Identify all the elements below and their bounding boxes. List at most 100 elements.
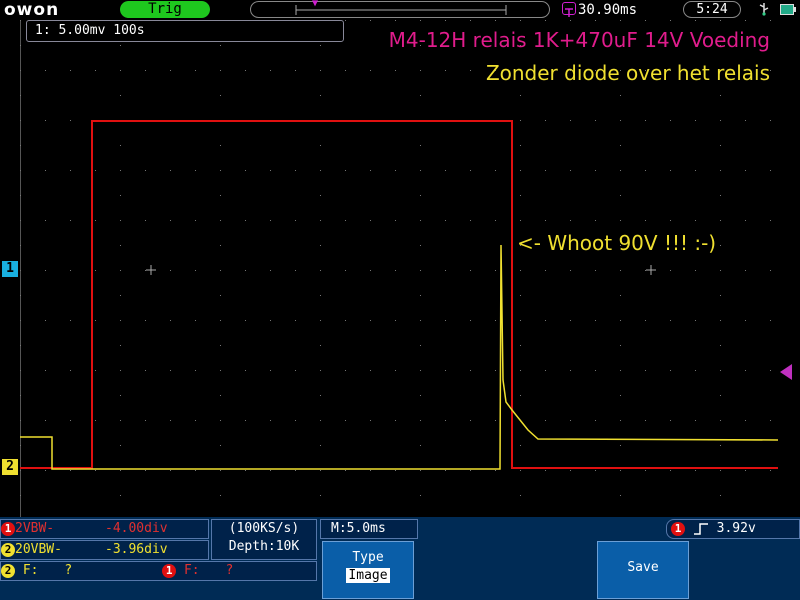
annotation-title: M4-12H relais 1K+470uF 14V Voeding	[388, 28, 770, 52]
grid-dot	[70, 470, 71, 471]
grid-dot	[570, 420, 571, 421]
grid-dot	[295, 420, 296, 421]
grid-dot	[295, 470, 296, 471]
ch1-info[interactable]: 1 2VBW- -4.00div	[0, 519, 209, 539]
crosshair-mark	[646, 265, 656, 275]
grid-dot	[195, 70, 196, 71]
grid-dot	[220, 195, 221, 196]
grid-dot	[520, 345, 521, 346]
ch2-info[interactable]: 2 20VBW- -3.96div	[0, 540, 209, 560]
grid-dot	[220, 295, 221, 296]
grid-dot	[670, 370, 671, 371]
grid-dot	[220, 370, 221, 371]
grid-dot	[295, 220, 296, 221]
grid-dot	[95, 170, 96, 171]
grid-dot	[745, 120, 746, 121]
ch1-badge: 1	[1, 521, 15, 536]
grid-dot	[520, 320, 521, 321]
grid-dot	[20, 245, 21, 246]
grid-dot	[95, 320, 96, 321]
timebase-readout[interactable]: M:5.0ms	[320, 519, 418, 539]
grid-dot	[320, 420, 321, 421]
grid-dot	[470, 20, 471, 21]
ch2-level-marker[interactable]: 2	[2, 459, 18, 475]
grid-dot	[495, 370, 496, 371]
grid-dot	[770, 370, 771, 371]
grid-dot	[520, 220, 521, 221]
grid-dot	[570, 170, 571, 171]
grid-dot	[95, 470, 96, 471]
grid-dot	[120, 70, 121, 71]
grid-dot	[620, 295, 621, 296]
type-menu-button[interactable]: Type Image	[322, 541, 414, 599]
grid-dot	[320, 95, 321, 96]
grid-dot	[495, 220, 496, 221]
save-button[interactable]: Save	[597, 541, 689, 599]
grid-dot	[45, 420, 46, 421]
grid-dot	[295, 320, 296, 321]
grid-dot	[45, 370, 46, 371]
grid-dot	[20, 370, 21, 371]
grid-dot	[495, 420, 496, 421]
grid-dot	[345, 320, 346, 321]
grid-dot	[745, 220, 746, 221]
grid-dot	[520, 95, 521, 96]
grid-dot	[20, 470, 21, 471]
freq-ch2-badge: 2	[1, 563, 15, 578]
grid-dot	[720, 345, 721, 346]
grid-dot	[420, 470, 421, 471]
trigger-status-badge: Trig	[120, 1, 210, 18]
grid-dot	[545, 270, 546, 271]
grid-dot	[645, 120, 646, 121]
grid-dot	[720, 195, 721, 196]
ch1-level-marker[interactable]: 1	[2, 261, 18, 277]
grid-dot	[370, 20, 371, 21]
grid-dot	[220, 45, 221, 46]
grid-dot	[645, 220, 646, 221]
grid-dot	[545, 120, 546, 121]
freq-ch1-badge: 1	[162, 563, 177, 578]
grid-dot	[720, 270, 721, 271]
grid-dot	[45, 470, 46, 471]
grid-dot	[645, 470, 646, 471]
grid-dot	[695, 320, 696, 321]
grid-dot	[745, 420, 746, 421]
trigger-position-marker: ▼	[312, 0, 319, 9]
grid-dot	[595, 20, 596, 21]
grid-dot	[445, 170, 446, 171]
grid-dot	[395, 370, 396, 371]
grid-dot	[520, 445, 521, 446]
grid-dot	[470, 220, 471, 221]
grid-dot	[345, 20, 346, 21]
grid-dot	[120, 270, 121, 271]
grid-dot	[45, 170, 46, 171]
grid-dot	[695, 420, 696, 421]
grid-dot	[20, 145, 21, 146]
grid-dot	[645, 20, 646, 21]
grid-dot	[645, 320, 646, 321]
grid-dot	[120, 345, 121, 346]
trigger-level-marker[interactable]	[780, 364, 792, 380]
grid-dot	[420, 245, 421, 246]
grid-dot	[45, 70, 46, 71]
grid-dot	[395, 470, 396, 471]
grid-dot	[320, 470, 321, 471]
grid-dot	[720, 95, 721, 96]
grid-dot	[295, 370, 296, 371]
grid-dot	[20, 495, 21, 496]
grid-dot	[520, 195, 521, 196]
grid-dot	[745, 470, 746, 471]
trigger-readout[interactable]: 1 3.92v	[666, 519, 800, 539]
grid-dot	[95, 220, 96, 221]
grid-dot	[645, 420, 646, 421]
grid-dot	[545, 370, 546, 371]
grid-dot	[195, 420, 196, 421]
grid-dot	[270, 220, 271, 221]
grid-dot	[70, 320, 71, 321]
grid-dot	[145, 470, 146, 471]
grid-dot	[370, 320, 371, 321]
grid-dot	[570, 220, 571, 221]
owon-logo: owon	[4, 0, 60, 20]
grid-dot	[70, 270, 71, 271]
horizontal-position-bar	[250, 1, 550, 18]
